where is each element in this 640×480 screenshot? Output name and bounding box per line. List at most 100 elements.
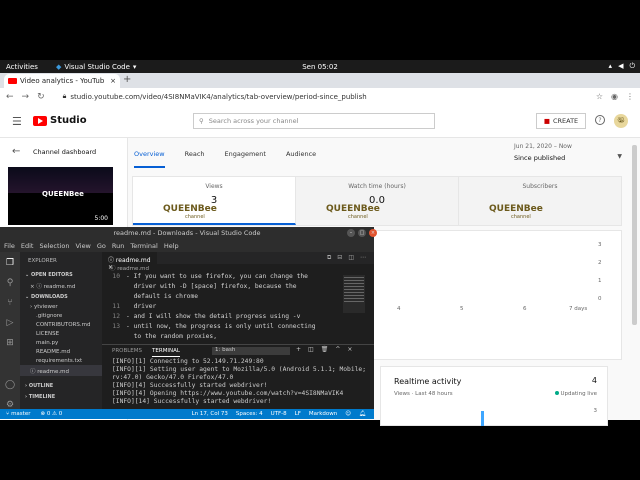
reload-icon[interactable]: ↻ (37, 92, 45, 102)
system-tray[interactable]: ▴ ◀ ⏻ (609, 62, 635, 71)
back-arrow-icon[interactable]: ← (12, 146, 20, 157)
more-icon[interactable]: ⋮ (626, 92, 634, 101)
watch-time-card[interactable]: Watch time (hours) 0.0 QUEENBee channel (296, 177, 459, 225)
tab-engagement[interactable]: Engagement (225, 150, 266, 168)
menu-run[interactable]: Run (112, 242, 124, 250)
downloads-section[interactable]: ⌄ DOWNLOADS (20, 291, 102, 302)
file-item[interactable]: README.md (20, 347, 102, 356)
cursor-position[interactable]: Ln 17, Col 73 (192, 411, 228, 417)
code-line[interactable]: 10- If you want to use firefox, you can … (102, 273, 308, 280)
code-line[interactable]: 13- until now, the progress is only unti… (102, 323, 315, 330)
account-icon[interactable]: ◯ (4, 380, 16, 392)
branch-indicator[interactable]: ⑂ master (6, 411, 30, 417)
code-line[interactable]: default is chrome (102, 293, 198, 300)
file-item[interactable]: CONTRIBUTORS.md (20, 320, 102, 329)
language-mode[interactable]: Markdown (309, 411, 337, 417)
explorer-icon[interactable]: ❐ (4, 258, 16, 270)
studio-header: ☰ Studio ⚲ Search across your channel ■ … (0, 105, 640, 138)
source-control-icon[interactable]: ⑂ (4, 298, 16, 310)
file-item[interactable]: .gitignore (20, 311, 102, 320)
date-range-picker[interactable]: Jun 21, 2020 – Now Since published ▼ (514, 143, 626, 162)
subscribers-card[interactable]: Subscribers QUEENBee channel (459, 177, 621, 225)
tab-overview[interactable]: Overview (134, 150, 165, 168)
code-line[interactable]: 11 driver (102, 303, 156, 310)
code-line[interactable]: to the random proxies, (102, 333, 217, 340)
extensions-icon[interactable]: ⊞ (4, 338, 16, 350)
activities-button[interactable]: Activities (6, 63, 38, 71)
realtime-count: 4 (591, 376, 597, 385)
line-ending[interactable]: LF (295, 411, 301, 417)
indentation[interactable]: Spaces: 4 (236, 411, 263, 417)
forward-icon[interactable]: → (22, 92, 30, 102)
back-icon[interactable]: ← (6, 92, 14, 102)
more-actions-icon[interactable]: ⋯ (360, 254, 366, 262)
menu-terminal[interactable]: Terminal (130, 242, 157, 250)
outline-section[interactable]: › OUTLINE (20, 380, 102, 391)
new-tab-button[interactable]: + (123, 74, 131, 85)
open-editor-item[interactable]: × ⓘ readme.md (20, 280, 102, 291)
code-line[interactable]: 12- and I will show the detail progress … (102, 313, 300, 320)
video-thumbnail[interactable]: QUEENBee 5:00 (8, 167, 113, 225)
help-icon[interactable]: ? (595, 115, 605, 125)
editor-tabs: ⓘ readme.md × ⧉ ⊟ ◫ ⋯ (102, 252, 374, 271)
trash-icon[interactable]: 🗑︎ (321, 346, 329, 353)
feedback-icon[interactable]: ☺ (345, 411, 351, 417)
debug-icon[interactable]: ▷ (4, 318, 16, 330)
url-text: studio.youtube.com/video/4SI8NMaVIK4/ana… (70, 92, 367, 101)
file-item[interactable]: LICENSE (20, 329, 102, 338)
menu-edit[interactable]: Edit (21, 242, 34, 250)
chevron-up-icon[interactable]: ^ (335, 346, 340, 353)
menu-view[interactable]: View (75, 242, 90, 250)
split-terminal-icon[interactable]: ◫ (308, 346, 314, 353)
menu-go[interactable]: Go (97, 242, 106, 250)
tab-reach[interactable]: Reach (185, 150, 205, 168)
folder-item[interactable]: › ytviewer (20, 302, 102, 311)
encoding[interactable]: UTF-8 (271, 411, 287, 417)
scrollbar[interactable] (632, 145, 637, 325)
terminal-line: [INFO][4] Successfully started webdriver… (112, 382, 268, 389)
menu-help[interactable]: Help (164, 242, 179, 250)
app-menu[interactable]: ◆ Visual Studio Code ▾ (56, 63, 136, 71)
realtime-subtitle[interactable]: Views · Last 48 hours (394, 391, 453, 397)
minimize-icon[interactable]: – (347, 229, 355, 237)
search-input[interactable]: ⚲ Search across your channel (193, 113, 435, 129)
split-editor-icon[interactable]: ◫ (348, 254, 354, 262)
menu-selection[interactable]: Selection (39, 242, 69, 250)
problems-indicator[interactable]: ⊗ 0 ⚠ 0 (40, 411, 62, 417)
timeline-section[interactable]: › TIMELINE (20, 391, 102, 402)
file-item[interactable]: requirements.txt (20, 356, 102, 365)
tab-audience[interactable]: Audience (286, 150, 316, 168)
profile-icon[interactable]: ◉ (611, 92, 618, 101)
star-icon[interactable]: ☆ (596, 92, 603, 101)
tab-problems[interactable]: PROBLEMS (112, 348, 142, 357)
menu-icon[interactable]: ☰ (12, 115, 22, 128)
maximize-icon[interactable]: □ (358, 229, 366, 237)
preview-icon[interactable]: ⊟ (337, 254, 342, 262)
notifications-icon[interactable]: 🔔︎ (359, 411, 366, 417)
file-item[interactable]: main.py (20, 338, 102, 347)
browser-tab[interactable]: Video analytics - YouTub × (4, 74, 120, 88)
create-button[interactable]: ■ CREATE (536, 113, 586, 129)
terminal-select[interactable]: 1: bash (212, 347, 290, 355)
editor-tab[interactable]: ⓘ readme.md × (102, 252, 157, 271)
search-icon[interactable]: ⚲ (4, 278, 16, 290)
code-line[interactable]: driver with -D [space] firefox, because … (102, 283, 297, 290)
address-bar[interactable]: 🔒︎ studio.youtube.com/video/4SI8NMaVIK4/… (59, 91, 596, 103)
close-tab-icon[interactable]: × (110, 77, 116, 85)
terminal-line: [INFO][1] Connecting to 52.149.71.249:80 (112, 358, 264, 365)
studio-logo[interactable]: Studio (33, 115, 87, 126)
avatar[interactable]: 🐝︎ (614, 114, 628, 128)
views-card[interactable]: Views 3 QUEENBee channel (133, 177, 296, 225)
open-changes-icon[interactable]: ⧉ (327, 254, 331, 262)
channel-dashboard-link[interactable]: Channel dashboard (33, 148, 96, 156)
breadcrumb[interactable]: ⓘ readme.md (102, 264, 374, 273)
open-editors-section[interactable]: ⌄ OPEN EDITORS (20, 269, 102, 280)
minimap[interactable] (343, 275, 365, 313)
tab-terminal[interactable]: TERMINAL (152, 348, 180, 357)
close-icon[interactable]: × (369, 229, 377, 237)
date-range-label: Since published (514, 154, 566, 162)
close-panel-icon[interactable]: × (347, 346, 352, 353)
menu-file[interactable]: File (4, 242, 15, 250)
file-item-selected[interactable]: ⓘ readme.md (20, 365, 102, 376)
add-terminal-icon[interactable]: + (296, 346, 301, 353)
